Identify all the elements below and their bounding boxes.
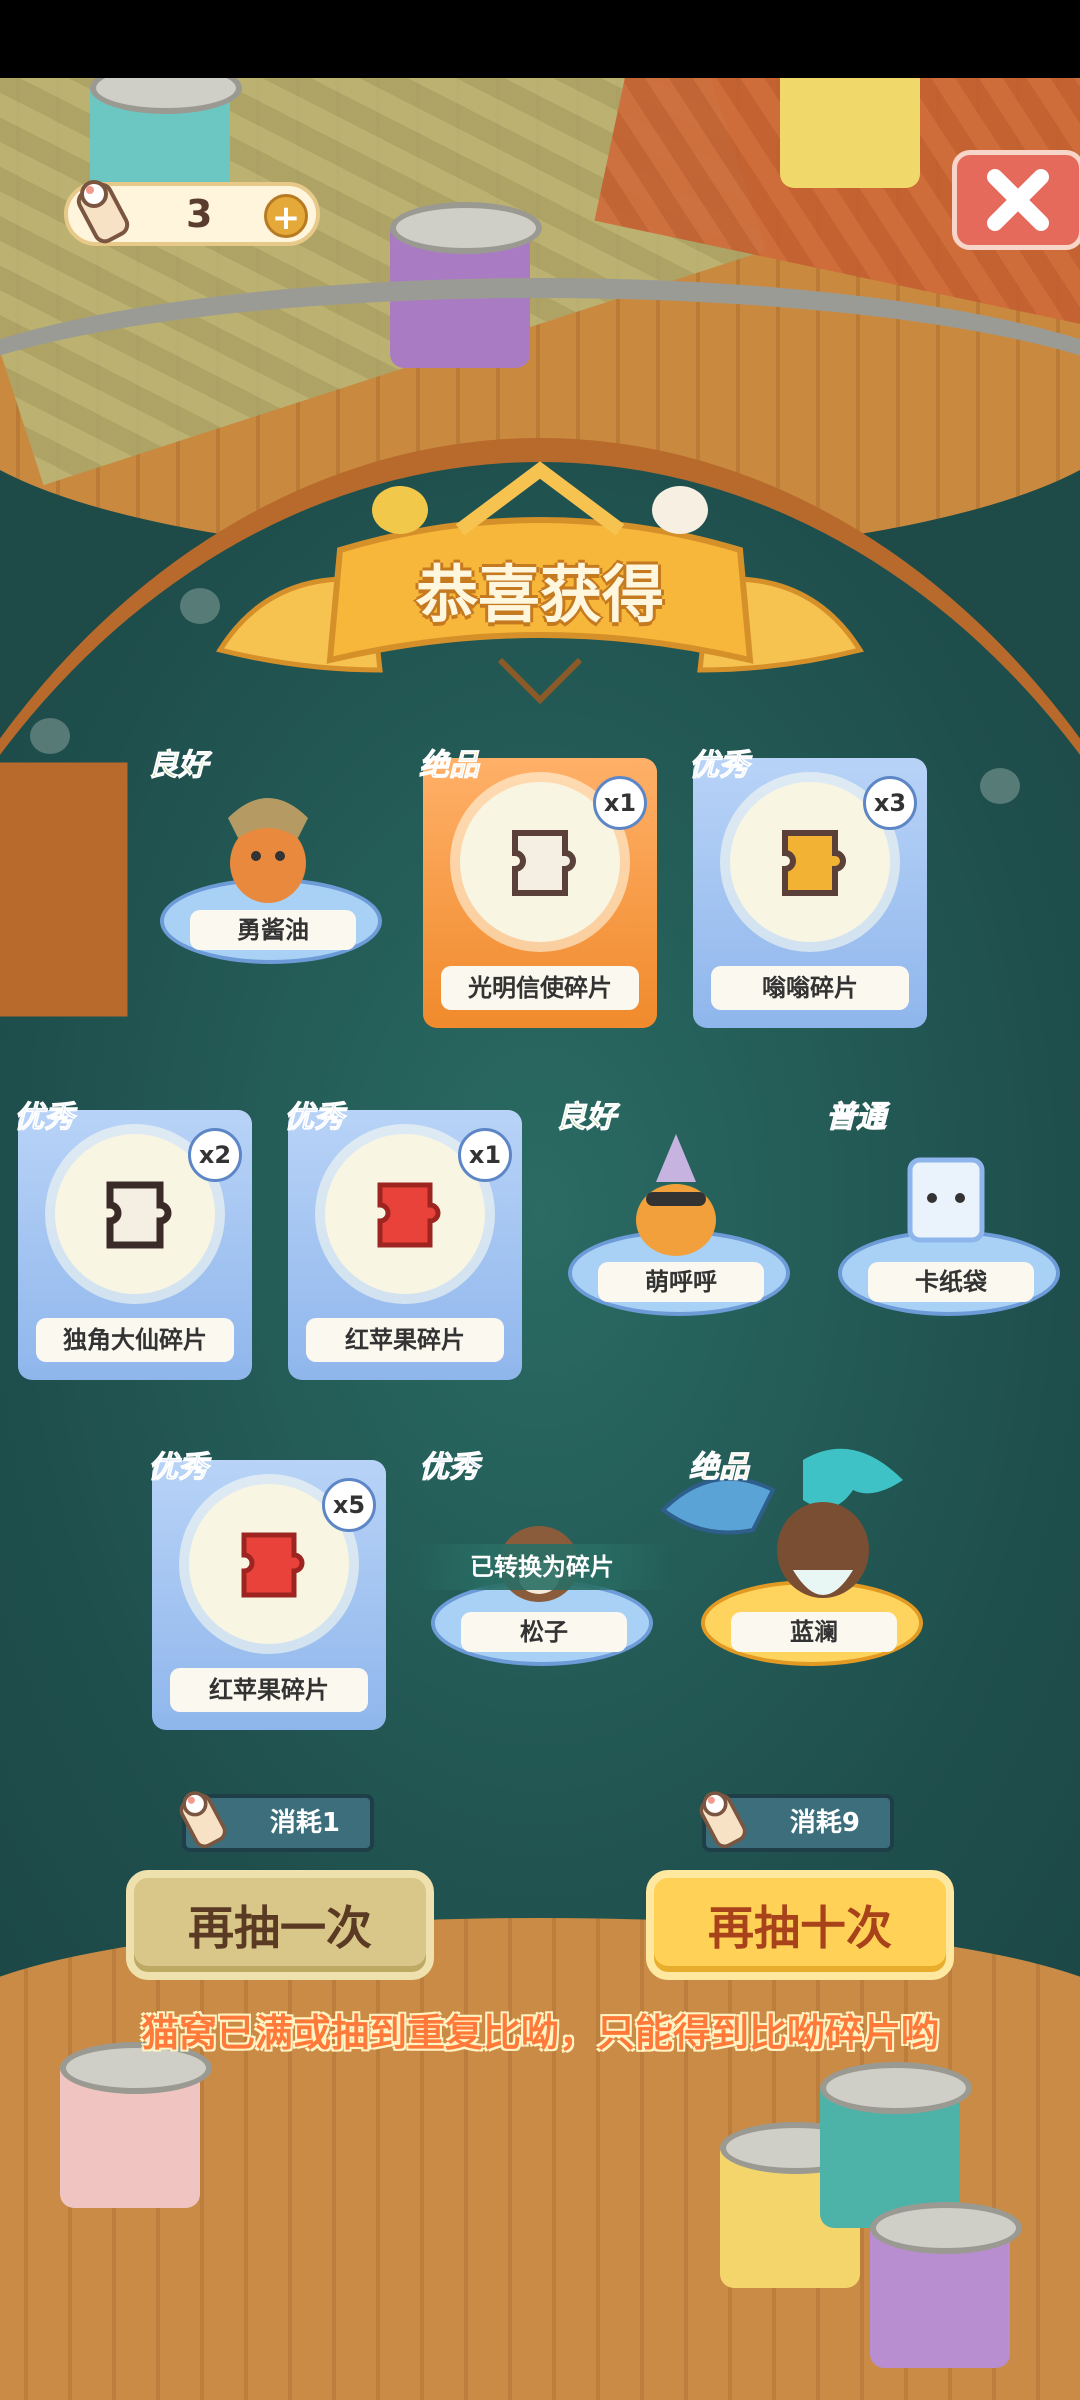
reward-slot[interactable]: x2 独角大仙碎片 优秀 — [14, 1100, 252, 1380]
reward-slot[interactable]: 卡纸袋 普通 — [826, 1100, 1064, 1380]
count-badge: x5 — [322, 1478, 376, 1532]
draw-ten-button[interactable]: 再抽十次 — [646, 1870, 954, 1980]
reward-slot[interactable]: 萌呼呼 良好 — [556, 1100, 794, 1380]
count-badge: x3 — [863, 776, 917, 830]
reward-slot[interactable]: x1 红苹果碎片 优秀 — [284, 1100, 522, 1380]
reward-name: 松子 — [461, 1612, 627, 1652]
duplicate-notice: 猫窝已满或抽到重复比呦，只能得到比呦碎片哟 — [140, 2011, 939, 2055]
close-button[interactable] — [952, 150, 1080, 250]
once-cost-label: 消耗1 — [269, 1808, 340, 1838]
puzzle-piece-icon — [512, 830, 576, 896]
converted-notice: 已转换为碎片 — [412, 1544, 672, 1590]
character-icon — [907, 1157, 985, 1243]
reward-slot[interactable]: 勇酱油 良好 — [148, 748, 386, 1028]
ticket-icon — [179, 1791, 227, 1849]
rarity-label: 绝品 — [419, 748, 480, 784]
puzzle-piece-icon — [106, 1181, 172, 1249]
rarity-label: 良好 — [148, 748, 209, 784]
can-decor — [870, 2202, 1022, 2368]
count-badge: x1 — [593, 776, 647, 830]
character-icon — [636, 1134, 716, 1256]
can-decor — [780, 78, 920, 188]
ticket-icon — [76, 180, 130, 244]
count-badge: x1 — [458, 1128, 512, 1182]
ticket-icon — [699, 1791, 747, 1849]
rarity-label: 优秀 — [419, 1450, 480, 1486]
reward-slot[interactable]: x1 光明信使碎片 绝品 — [419, 748, 657, 1028]
ten-cost-label: 消耗9 — [789, 1808, 860, 1838]
puzzle-piece-icon — [782, 830, 846, 896]
reward-name: 卡纸袋 — [868, 1262, 1034, 1302]
reward-name: 嗡嗡碎片 — [711, 966, 909, 1010]
reward-name: 红苹果碎片 — [306, 1318, 504, 1362]
count-badge: x2 — [188, 1128, 242, 1182]
puzzle-piece-icon — [241, 1532, 305, 1598]
reward-slot[interactable]: x5 红苹果碎片 优秀 — [148, 1450, 386, 1730]
rarity-label: 优秀 — [14, 1100, 75, 1136]
draw-once-button[interactable]: 再抽一次 — [126, 1870, 434, 1980]
rarity-label: 优秀 — [148, 1450, 209, 1486]
paw-decor — [30, 718, 70, 754]
reward-name: 光明信使碎片 — [441, 966, 639, 1010]
character-icon — [228, 798, 308, 903]
rarity-label: 良好 — [556, 1100, 617, 1136]
close-icon — [987, 169, 1049, 231]
congrats-banner: 恭喜获得 — [210, 460, 870, 730]
ticket-count: 3 — [186, 192, 213, 236]
reward-slot[interactable]: x3 嗡嗡碎片 优秀 — [689, 748, 927, 1028]
reward-slot[interactable]: 蓝澜 绝品 — [659, 1448, 927, 1730]
puzzle-piece-icon — [377, 1182, 441, 1248]
can-decor — [60, 2042, 212, 2208]
rarity-label: 优秀 — [284, 1100, 345, 1136]
status-bar — [0, 0, 1080, 78]
once-cost: 消耗1 — [179, 1791, 374, 1852]
reward-slot[interactable]: 松子 优秀 — [419, 1450, 657, 1730]
paw-decor — [980, 768, 1020, 804]
ticket-counter: 3 + — [64, 180, 320, 246]
reward-name: 独角大仙碎片 — [36, 1318, 234, 1362]
reward-name: 红苹果碎片 — [170, 1668, 368, 1712]
ten-cost: 消耗9 — [699, 1791, 894, 1852]
banner-title: 恭喜获得 — [415, 558, 664, 631]
rarity-label: 优秀 — [689, 748, 750, 784]
reward-name: 勇酱油 — [190, 910, 356, 950]
plus-icon[interactable]: + — [264, 194, 308, 238]
reward-name: 萌呼呼 — [598, 1262, 764, 1302]
rarity-label: 普通 — [826, 1100, 887, 1136]
rarity-label: 绝品 — [689, 1450, 750, 1486]
